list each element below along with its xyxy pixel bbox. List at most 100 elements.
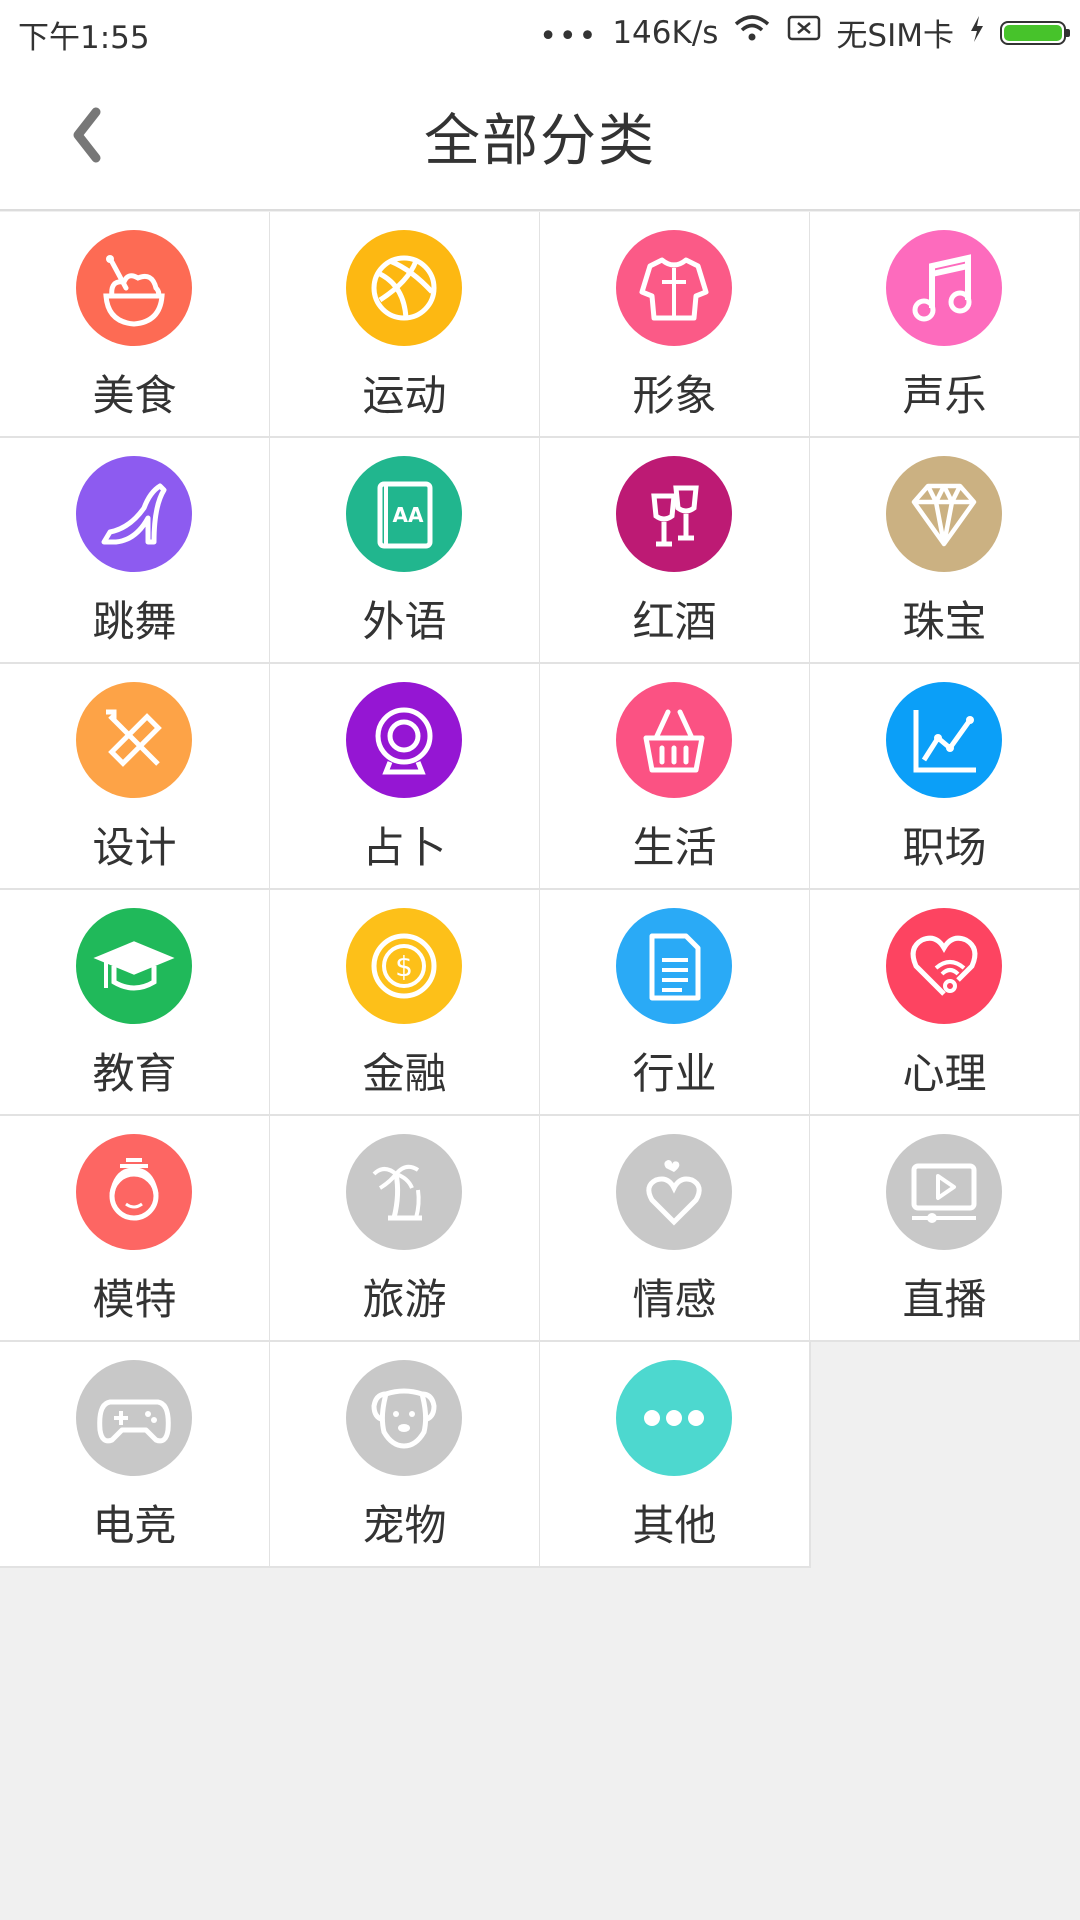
category-item[interactable]: 心理 — [810, 890, 1080, 1116]
status-bar: 下午1:55 ••• 146K/s 无SIM卡 — [0, 0, 1080, 60]
line-chart-icon — [913, 710, 976, 773]
category-item[interactable]: 旅游 — [270, 1116, 541, 1342]
category-icon-circle — [616, 682, 732, 798]
heart-stethoscope-icon — [910, 935, 978, 996]
category-icon-circle — [346, 1360, 462, 1476]
category-label: 生活 — [632, 823, 717, 872]
category-icon-circle — [616, 456, 732, 572]
coin-icon: $ — [371, 933, 437, 999]
network-speed: 146K/s — [612, 14, 719, 51]
category-item[interactable]: 电竞 — [0, 1342, 271, 1568]
category-label: 形象 — [632, 371, 717, 420]
category-item[interactable]: 美食 — [0, 212, 271, 438]
svg-text:AA: AA — [393, 503, 424, 527]
document-icon — [649, 933, 701, 1001]
wine-glass-icon — [651, 485, 699, 547]
category-icon-circle — [76, 1134, 192, 1250]
category-icon-circle — [76, 1360, 192, 1476]
category-label: 模特 — [92, 1275, 177, 1324]
ball-icon — [371, 255, 437, 321]
more-dots: ••• — [539, 19, 599, 54]
category-icon-circle — [616, 1360, 732, 1476]
girl-face-icon — [109, 1158, 159, 1221]
category-item[interactable]: 宠物 — [270, 1342, 541, 1568]
category-icon-circle — [616, 908, 732, 1024]
category-item[interactable]: $ 金融 — [270, 890, 541, 1116]
status-right: ••• 146K/s 无SIM卡 — [539, 10, 1070, 55]
jacket-icon — [639, 257, 709, 321]
graduation-cap-icon — [93, 941, 175, 991]
hearts-icon — [646, 1160, 702, 1226]
category-label: 外语 — [362, 597, 447, 646]
category-label: 金融 — [362, 1049, 447, 1098]
more-dots-icon — [644, 1410, 704, 1426]
category-label: 声乐 — [902, 371, 987, 420]
category-item[interactable]: 设计 — [0, 664, 271, 890]
battery-icon — [1000, 20, 1070, 45]
category-item[interactable]: 运动 — [270, 212, 541, 438]
category-label: 教育 — [92, 1049, 177, 1098]
category-icon-circle — [76, 456, 192, 572]
palm-tree-icon — [372, 1164, 422, 1221]
video-play-icon — [911, 1163, 977, 1223]
category-item[interactable]: 其他 — [540, 1342, 811, 1568]
category-label: 珠宝 — [902, 597, 987, 646]
dog-icon — [371, 1388, 437, 1449]
charging-icon — [968, 14, 986, 52]
category-item[interactable]: 模特 — [0, 1116, 271, 1342]
category-item[interactable]: 行业 — [540, 890, 811, 1116]
svg-text:$: $ — [395, 950, 413, 983]
crystal-ball-icon — [375, 707, 433, 775]
category-icon-circle — [886, 1134, 1002, 1250]
category-label: 心理 — [902, 1049, 987, 1098]
category-icon-circle: $ — [346, 908, 462, 1024]
category-label: 旅游 — [362, 1275, 447, 1324]
header: 全部分类 — [0, 60, 1080, 211]
category-label: 宠物 — [362, 1501, 447, 1550]
category-icon-circle — [346, 682, 462, 798]
category-icon-circle: AA — [346, 456, 462, 572]
page-title: 全部分类 — [424, 109, 656, 174]
wifi-icon — [732, 14, 772, 52]
sim-status: 无SIM卡 — [836, 18, 954, 54]
category-item[interactable]: 职场 — [810, 664, 1080, 890]
category-item[interactable]: 占卜 — [270, 664, 541, 890]
status-time: 下午1:55 — [18, 20, 150, 56]
category-item[interactable]: 情感 — [540, 1116, 811, 1342]
category-icon-circle — [616, 1134, 732, 1250]
category-item[interactable]: 跳舞 — [0, 438, 271, 664]
category-icon-circle — [76, 230, 192, 346]
category-label: 电竞 — [92, 1501, 177, 1550]
category-item[interactable]: AA 外语 — [270, 438, 541, 664]
category-label: 其他 — [632, 1501, 717, 1550]
basket-icon — [643, 709, 705, 773]
category-item[interactable]: 直播 — [810, 1116, 1080, 1342]
music-note-icon — [912, 254, 972, 322]
category-label: 运动 — [362, 371, 447, 420]
category-item[interactable]: 红酒 — [540, 438, 811, 664]
book-aa-icon: AA — [377, 481, 433, 549]
category-icon-circle — [76, 908, 192, 1024]
category-label: 情感 — [632, 1275, 717, 1324]
category-icon-circle — [76, 682, 192, 798]
category-item[interactable]: 珠宝 — [810, 438, 1080, 664]
category-item[interactable]: 形象 — [540, 212, 811, 438]
gamepad-icon — [97, 1399, 171, 1444]
category-icon-circle — [886, 456, 1002, 572]
category-icon-circle — [346, 1134, 462, 1250]
food-bowl-icon — [103, 255, 165, 327]
diamond-icon — [911, 483, 977, 547]
category-icon-circle — [346, 230, 462, 346]
category-label: 直播 — [902, 1275, 987, 1324]
category-item[interactable]: 声乐 — [810, 212, 1080, 438]
category-item[interactable]: 教育 — [0, 890, 271, 1116]
no-sim-icon — [786, 14, 822, 52]
category-label: 占卜 — [362, 823, 447, 872]
category-icon-circle — [886, 230, 1002, 346]
high-heel-icon — [101, 483, 167, 545]
category-icon-circle — [886, 682, 1002, 798]
category-label: 设计 — [92, 823, 177, 872]
category-icon-circle — [886, 908, 1002, 1024]
category-item[interactable]: 生活 — [540, 664, 811, 890]
category-label: 职场 — [902, 823, 987, 872]
